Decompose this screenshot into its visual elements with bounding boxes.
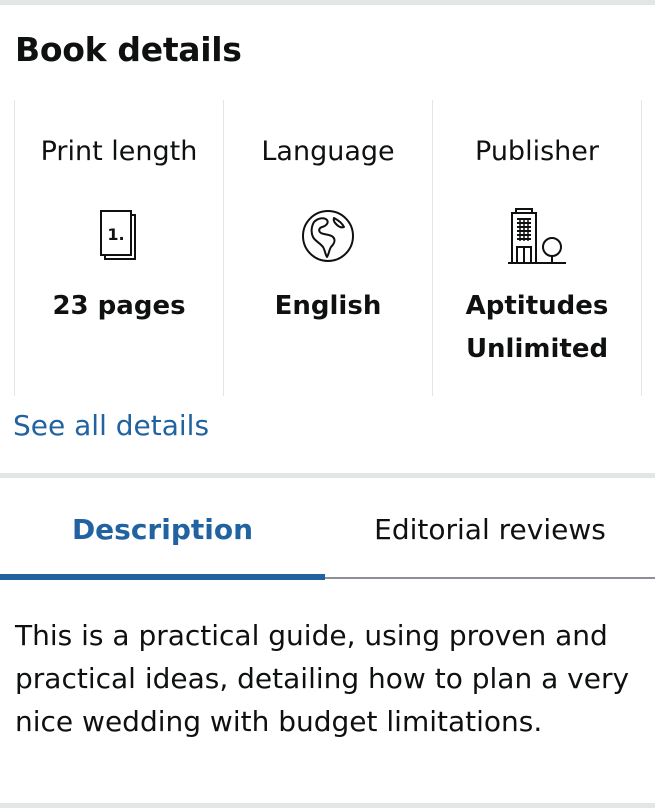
attribute-strip: Print length 1. 23 pages Language Englis…: [14, 100, 643, 396]
top-divider: [0, 0, 655, 5]
attribute-value: English: [274, 291, 382, 321]
attribute-label: Language: [261, 136, 395, 167]
page-icon-number: 1.: [107, 225, 124, 244]
section-title: Book details: [15, 30, 242, 69]
attribute-label: Print length: [40, 136, 198, 167]
globe-icon: [300, 205, 356, 267]
book-details-screen: Book details Print length 1. 23 pages La…: [0, 0, 655, 808]
attribute-print-length[interactable]: Print length 1. 23 pages: [15, 100, 224, 396]
attribute-label: Publisher: [475, 136, 599, 167]
tab-rule: [325, 577, 655, 579]
tab-editorial-reviews[interactable]: Editorial reviews: [325, 478, 655, 580]
bottom-divider: [0, 803, 655, 808]
building-icon: [506, 205, 568, 267]
attribute-value: Aptitudes Unlimited: [465, 291, 609, 364]
tab-description[interactable]: Description: [0, 478, 325, 580]
page-icon: 1.: [99, 205, 139, 267]
attribute-value: 23 pages: [52, 291, 186, 321]
attribute-language[interactable]: Language English: [224, 100, 433, 396]
attribute-publisher[interactable]: Publisher Aptitudes Unlimited: [433, 100, 642, 396]
description-text: This is a practical guide, using proven …: [15, 619, 630, 738]
active-tab-indicator: [0, 574, 325, 580]
see-all-details-link[interactable]: See all details: [13, 409, 209, 442]
tab-bar: Description Editorial reviews: [0, 478, 655, 580]
